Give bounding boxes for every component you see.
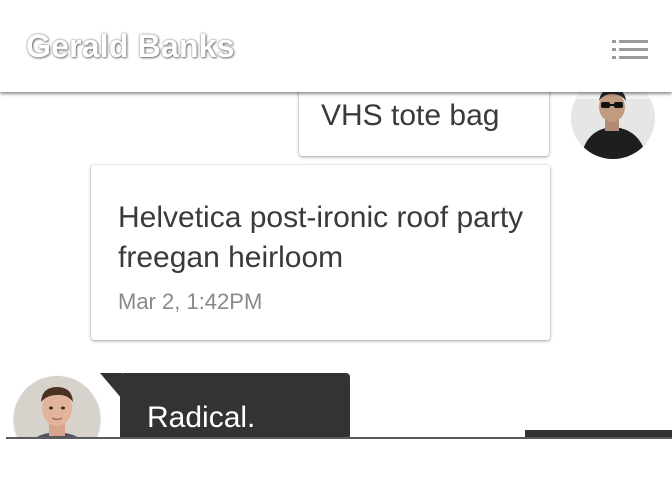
hamburger-menu-icon[interactable] <box>612 38 648 62</box>
app-header: Gerald Banks <box>0 0 672 92</box>
message-bubble-helvetica[interactable]: Helvetica post-ironic roof party freegan… <box>91 165 550 340</box>
message-text: Helvetica post-ironic roof party freegan… <box>118 201 524 274</box>
message-text: VHS tote bag <box>321 99 500 132</box>
contact-name-title: Gerald Banks <box>26 28 235 64</box>
message-text: Radical. <box>147 401 256 434</box>
message-bubble-radical[interactable]: Radical. <box>120 373 350 438</box>
message-timestamp: Mar 2, 1:42PM <box>118 289 263 314</box>
chat-bottom-divider <box>6 437 672 439</box>
avatar-contact-image <box>14 376 100 438</box>
avatar-contact[interactable] <box>14 376 100 438</box>
bottom-blank-area <box>0 438 672 500</box>
message-bubble-tail <box>100 373 122 399</box>
